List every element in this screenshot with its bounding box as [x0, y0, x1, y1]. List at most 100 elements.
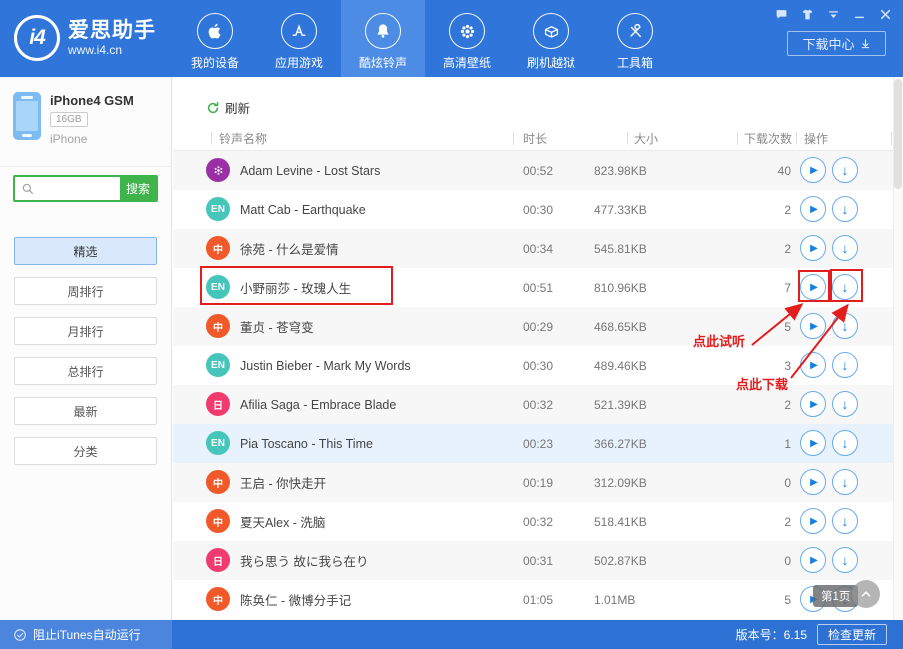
device-model: iPhone: [50, 132, 87, 146]
apple-icon: [197, 13, 233, 49]
feedback-icon[interactable]: [774, 7, 789, 22]
download-button[interactable]: ↓: [832, 313, 858, 339]
table-row[interactable]: 中陈奂仁 - 微博分手记01:051.01MB5▶↓: [173, 580, 893, 619]
ringtone-duration: 00:32: [523, 502, 553, 541]
ringtone-name: Justin Bieber - Mark My Words: [240, 346, 411, 385]
table-row[interactable]: 中王启 - 你快走开00:19312.09KB0▶↓: [173, 463, 893, 502]
sidebar-item-6[interactable]: 分类: [14, 437, 157, 465]
table-row[interactable]: 日Afilia Saga - Embrace Blade00:32521.39K…: [173, 385, 893, 424]
play-button[interactable]: ▶: [800, 196, 826, 222]
download-button[interactable]: ↓: [832, 352, 858, 378]
ringtone-duration: 00:52: [523, 151, 553, 190]
en-icon: EN: [206, 275, 230, 299]
en-icon: EN: [206, 431, 230, 455]
ringtone-name: 陈奂仁 - 微博分手记: [240, 580, 351, 619]
play-button[interactable]: ▶: [800, 430, 826, 456]
ringtone-downloads: 5: [728, 307, 791, 346]
app-window: i4 爱思助手 www.i4.cn 我的设备应用游戏 酷炫铃声 高清壁纸刷机越狱工具…: [0, 0, 903, 649]
download-button[interactable]: ↓: [832, 196, 858, 222]
nav-tab-5[interactable]: 刷机越狱: [509, 0, 593, 77]
download-button[interactable]: ↓: [832, 235, 858, 261]
ringtone-name: 董贞 - 苍穹变: [240, 307, 314, 346]
nav-tab-6[interactable]: 工具箱: [593, 0, 677, 77]
download-button[interactable]: ↓: [832, 547, 858, 573]
flower-icon: [449, 13, 485, 49]
play-button[interactable]: ▶: [800, 547, 826, 573]
jp-icon: 日: [206, 548, 230, 572]
refresh-button[interactable]: 刷新: [206, 98, 250, 117]
download-button[interactable]: ↓: [832, 469, 858, 495]
scrollbar-thumb[interactable]: [894, 79, 902, 189]
download-button[interactable]: ↓: [832, 430, 858, 456]
play-button[interactable]: ▶: [800, 391, 826, 417]
table-row[interactable]: 中夏天Alex - 洗脑00:32518.41KB2▶↓: [173, 502, 893, 541]
ringtone-downloads: 2: [728, 229, 791, 268]
download-button[interactable]: ↓: [832, 157, 858, 183]
table-row[interactable]: 日我ら思う 故に我ら在り00:31502.87KB0▶↓: [173, 541, 893, 580]
ringtone-duration: 00:29: [523, 307, 553, 346]
col-header-actions: 操作: [804, 130, 828, 147]
scrollbar[interactable]: [893, 77, 903, 620]
play-button[interactable]: ▶: [800, 352, 826, 378]
cn-icon: 中: [206, 314, 230, 338]
ringtone-name: 王启 - 你快走开: [240, 463, 326, 502]
block-itunes-toggle[interactable]: 阻止iTunes自动运行: [0, 620, 172, 649]
table-row[interactable]: 中徐苑 - 什么是爱情00:34545.81KB2▶↓: [173, 229, 893, 268]
iphone-device-icon: [13, 92, 41, 140]
minimize-icon[interactable]: [852, 7, 867, 22]
ringtone-size: 810.96KB: [594, 268, 647, 307]
sidebar-item-5[interactable]: 最新: [14, 397, 157, 425]
nav-tab-3[interactable]: 酷炫铃声: [341, 0, 425, 77]
sidebar-divider: [0, 166, 171, 167]
search-icon: [21, 182, 35, 196]
nav-tab-label: 酷炫铃声: [359, 54, 407, 71]
nav-tab-4[interactable]: 高清壁纸: [425, 0, 509, 77]
download-button[interactable]: ↓: [832, 508, 858, 534]
sidebar-item-2[interactable]: 周排行: [14, 277, 157, 305]
search-button[interactable]: 搜索: [120, 177, 156, 200]
ringtone-size: 366.27KB: [594, 424, 647, 463]
ringtone-downloads: 40: [728, 151, 791, 190]
download-center-button[interactable]: 下载中心: [787, 31, 886, 56]
cn-icon: 中: [206, 470, 230, 494]
play-button[interactable]: ▶: [800, 235, 826, 261]
table-row[interactable]: EN小野丽莎 - 玫瑰人生00:51810.96KB7▶↓: [173, 268, 893, 307]
table-row[interactable]: ENJustin Bieber - Mark My Words00:30489.…: [173, 346, 893, 385]
download-button[interactable]: ↓: [832, 274, 858, 300]
table-row[interactable]: Adam Levine - Lost Stars 00:52 823.98KB 40 ▶…: [173, 151, 893, 190]
table-row[interactable]: ENMatt Cab - Earthquake00:30477.33KB2▶↓: [173, 190, 893, 229]
play-button[interactable]: ▶: [800, 469, 826, 495]
app-title: 爱思助手: [68, 19, 156, 43]
search-input[interactable]: [35, 177, 120, 200]
check-update-button[interactable]: 检查更新: [817, 624, 887, 645]
sidebar-item-4[interactable]: 总排行: [14, 357, 157, 385]
skin-icon[interactable]: [800, 7, 815, 22]
menu-icon[interactable]: [826, 7, 841, 22]
ringtone-size: 312.09KB: [594, 463, 647, 502]
play-button[interactable]: ▶: [800, 157, 826, 183]
table-row[interactable]: ENPia Toscano - This Time00:23366.27KB1▶…: [173, 424, 893, 463]
ringtone-name: 徐苑 - 什么是爱情: [240, 229, 339, 268]
ringtone-name: 小野丽莎 - 玫瑰人生: [240, 268, 351, 307]
main-nav: 我的设备应用游戏 酷炫铃声 高清壁纸刷机越狱工具箱: [173, 0, 677, 77]
ringtone-name: Adam Levine - Lost Stars: [240, 151, 380, 190]
ringtone-downloads: 3: [728, 346, 791, 385]
play-button[interactable]: ▶: [800, 274, 826, 300]
tools-icon: [617, 13, 653, 49]
nav-tab-1[interactable]: 我的设备: [173, 0, 257, 77]
nav-tab-2[interactable]: 应用游戏: [257, 0, 341, 77]
col-header-duration: 时长: [523, 130, 547, 147]
play-button[interactable]: ▶: [800, 508, 826, 534]
table-row[interactable]: 中董贞 - 苍穹变00:29468.65KB5▶↓: [173, 307, 893, 346]
nav-tab-label: 应用游戏: [275, 54, 323, 71]
ringtone-size: 823.98KB: [594, 151, 647, 190]
ringtone-duration: 00:23: [523, 424, 553, 463]
ringtone-downloads: 0: [728, 463, 791, 502]
play-button[interactable]: ▶: [800, 313, 826, 339]
back-to-top-button[interactable]: [852, 580, 880, 608]
download-button[interactable]: ↓: [832, 391, 858, 417]
sidebar-item-3[interactable]: 月排行: [14, 317, 157, 345]
sidebar-item-1[interactable]: 精选: [14, 237, 157, 265]
app-logo: i4 爱思助手 www.i4.cn: [14, 15, 156, 61]
close-icon[interactable]: [878, 7, 893, 22]
